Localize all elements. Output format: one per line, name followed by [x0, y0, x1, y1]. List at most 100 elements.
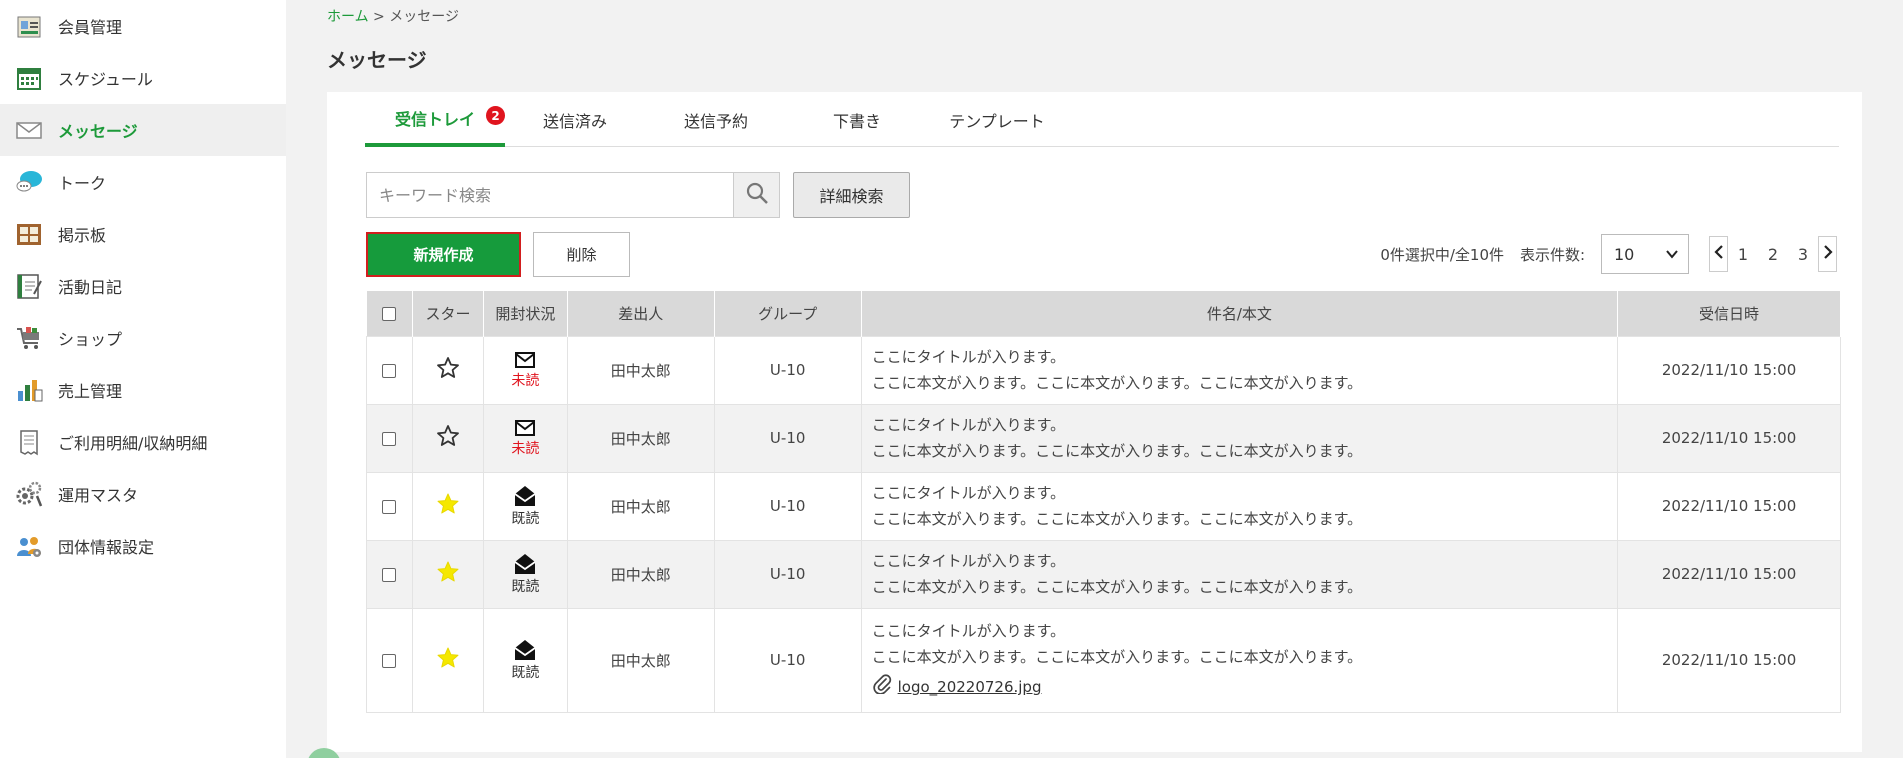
per-page-label: 表示件数:: [1520, 246, 1586, 264]
row-checkbox[interactable]: [382, 653, 397, 668]
page-number[interactable]: 2: [1758, 245, 1788, 264]
star-cell: [411, 607, 484, 713]
status-label: 既読: [511, 578, 540, 595]
message-body: ここに本文が入ります。ここに本文が入ります。ここに本文が入ります。: [871, 510, 1363, 528]
search-box: [366, 172, 780, 218]
table-row[interactable]: 既読 田中太郎 U-10 ここにタイトルが入ります。 ここに本文が入ります。ここ…: [366, 539, 1841, 609]
sidebar-item-label: 団体情報設定: [58, 538, 155, 557]
calendar-icon: [14, 63, 44, 93]
sidebar-item-messages[interactable]: メッセージ: [0, 104, 286, 156]
column-header: 件名/本文: [861, 291, 1619, 336]
attachment-link[interactable]: logo_20220726.jpg: [898, 674, 1042, 700]
star-outline-icon[interactable]: [436, 357, 460, 384]
message-title[interactable]: ここにタイトルが入ります。: [872, 412, 1617, 438]
tab-drafts[interactable]: 下書き: [787, 92, 927, 147]
page-number[interactable]: 3: [1788, 245, 1818, 264]
sidebar-item-label: トーク: [58, 174, 107, 193]
table-row[interactable]: 未読 田中太郎 U-10 ここにタイトルが入ります。 ここに本文が入ります。ここ…: [366, 335, 1841, 405]
advanced-search-button[interactable]: 詳細検索: [793, 172, 910, 218]
message-title[interactable]: ここにタイトルが入ります。: [872, 548, 1617, 574]
message-body: ここに本文が入ります。ここに本文が入ります。ここに本文が入ります。: [871, 442, 1363, 460]
sender-cell: 田中太郎: [566, 607, 715, 713]
sidebar-item-group-settings[interactable]: 団体情報設定: [0, 520, 286, 572]
row-select-cell: [366, 403, 413, 473]
date-cell: 2022/11/10 15:00: [1617, 471, 1841, 541]
tab-templates[interactable]: テンプレート: [927, 92, 1067, 147]
select-all-checkbox[interactable]: [382, 306, 397, 321]
sales-chart-icon: [14, 375, 44, 405]
group-cell: U-10: [713, 403, 862, 473]
message-panel: 受信トレイ 2 送信済み 送信予約 下書き テンプレート キーワード検索 詳細検…: [327, 92, 1862, 752]
message-title[interactable]: ここにタイトルが入ります。: [872, 618, 1617, 644]
group-cell: U-10: [713, 539, 862, 609]
table-row[interactable]: 未読 田中太郎 U-10 ここにタイトルが入ります。 ここに本文が入ります。ここ…: [366, 403, 1841, 473]
member-card-icon: [14, 11, 44, 41]
row-checkbox[interactable]: [382, 567, 397, 582]
attachment: logo_20220726.jpg: [872, 672, 1617, 702]
next-page-button[interactable]: [1818, 236, 1837, 272]
search-icon: [745, 181, 769, 209]
message-body: ここに本文が入ります。ここに本文が入ります。ここに本文が入ります。: [871, 374, 1363, 392]
sender-cell: 田中太郎: [566, 335, 715, 405]
star-filled-icon[interactable]: [436, 493, 460, 520]
per-page-select[interactable]: 10: [1601, 234, 1689, 274]
main-content: ホーム > メッセージ メッセージ 受信トレイ 2 送信済み 送信予約 下書き …: [286, 0, 1903, 758]
sidebar-item-billing[interactable]: ご利用明細/収納明細: [0, 416, 286, 468]
sidebar-item-shop[interactable]: ショップ: [0, 312, 286, 364]
chevron-left-icon: [1713, 245, 1724, 263]
column-header: スター: [412, 291, 484, 336]
row-select-cell: [366, 539, 413, 609]
table-row[interactable]: 既読 田中太郎 U-10 ここにタイトルが入ります。 ここに本文が入ります。ここ…: [366, 471, 1841, 541]
select-all-cell: [366, 291, 413, 336]
row-checkbox[interactable]: [382, 499, 397, 514]
tab-label: テンプレート: [949, 111, 1045, 131]
sidebar-item-schedule[interactable]: スケジュール: [0, 52, 286, 104]
sidebar-item-label: ご利用明細/収納明細: [58, 434, 208, 453]
sidebar-item-label: 掲示板: [58, 226, 107, 245]
breadcrumb-separator: >: [373, 9, 385, 25]
envelope-closed-icon: [514, 351, 536, 373]
table-row[interactable]: 既読 田中太郎 U-10 ここにタイトルが入ります。 ここに本文が入ります。ここ…: [366, 607, 1841, 713]
star-cell: [411, 471, 484, 541]
column-header: グループ: [714, 291, 862, 336]
sidebar-item-sales[interactable]: 売上管理: [0, 364, 286, 416]
tab-scheduled[interactable]: 送信予約: [645, 92, 787, 147]
star-outline-icon[interactable]: [436, 425, 460, 452]
row-select-cell: [366, 471, 413, 541]
subject-cell: ここにタイトルが入ります。 ここに本文が入ります。ここに本文が入ります。ここに本…: [860, 607, 1619, 713]
sidebar-item-diary[interactable]: 活動日記: [0, 260, 286, 312]
status-label: 既読: [511, 664, 540, 681]
group-cell: U-10: [713, 607, 862, 713]
breadcrumb-home-link[interactable]: ホーム: [327, 9, 369, 25]
sidebar-item-label: メッセージ: [58, 122, 138, 141]
message-title[interactable]: ここにタイトルが入ります。: [872, 480, 1617, 506]
sidebar-item-board[interactable]: 掲示板: [0, 208, 286, 260]
envelope-closed-icon: [514, 419, 536, 441]
tab-inbox[interactable]: 受信トレイ 2: [365, 92, 505, 147]
status-cell: 未読: [482, 335, 568, 405]
subject-cell: ここにタイトルが入ります。 ここに本文が入ります。ここに本文が入ります。ここに本…: [860, 335, 1619, 405]
sidebar-item-members[interactable]: 会員管理: [0, 0, 286, 52]
envelope-open-icon: [513, 485, 537, 511]
status-cell: 未読: [482, 403, 568, 473]
date-cell: 2022/11/10 15:00: [1617, 607, 1841, 713]
status-cell: 既読: [482, 539, 568, 609]
message-body: ここに本文が入ります。ここに本文が入ります。ここに本文が入ります。: [871, 648, 1363, 666]
column-header: 受信日時: [1617, 291, 1841, 336]
search-button[interactable]: [733, 173, 779, 217]
prev-page-button[interactable]: [1709, 236, 1728, 272]
star-filled-icon[interactable]: [436, 561, 460, 588]
row-checkbox[interactable]: [382, 363, 397, 378]
sidebar-item-master[interactable]: 運用マスタ: [0, 468, 286, 520]
row-checkbox[interactable]: [382, 431, 397, 446]
star-filled-icon[interactable]: [436, 647, 460, 674]
sidebar-item-label: 売上管理: [58, 382, 123, 401]
page-number[interactable]: 1: [1728, 245, 1758, 264]
sidebar-item-talk[interactable]: トーク: [0, 156, 286, 208]
status-label: 未読: [511, 440, 540, 457]
tab-sent[interactable]: 送信済み: [505, 92, 645, 147]
subject-cell: ここにタイトルが入ります。 ここに本文が入ります。ここに本文が入ります。ここに本…: [860, 471, 1619, 541]
message-title[interactable]: ここにタイトルが入ります。: [872, 344, 1617, 370]
search-input[interactable]: [367, 173, 733, 217]
subject-cell: ここにタイトルが入ります。 ここに本文が入ります。ここに本文が入ります。ここに本…: [860, 539, 1619, 609]
